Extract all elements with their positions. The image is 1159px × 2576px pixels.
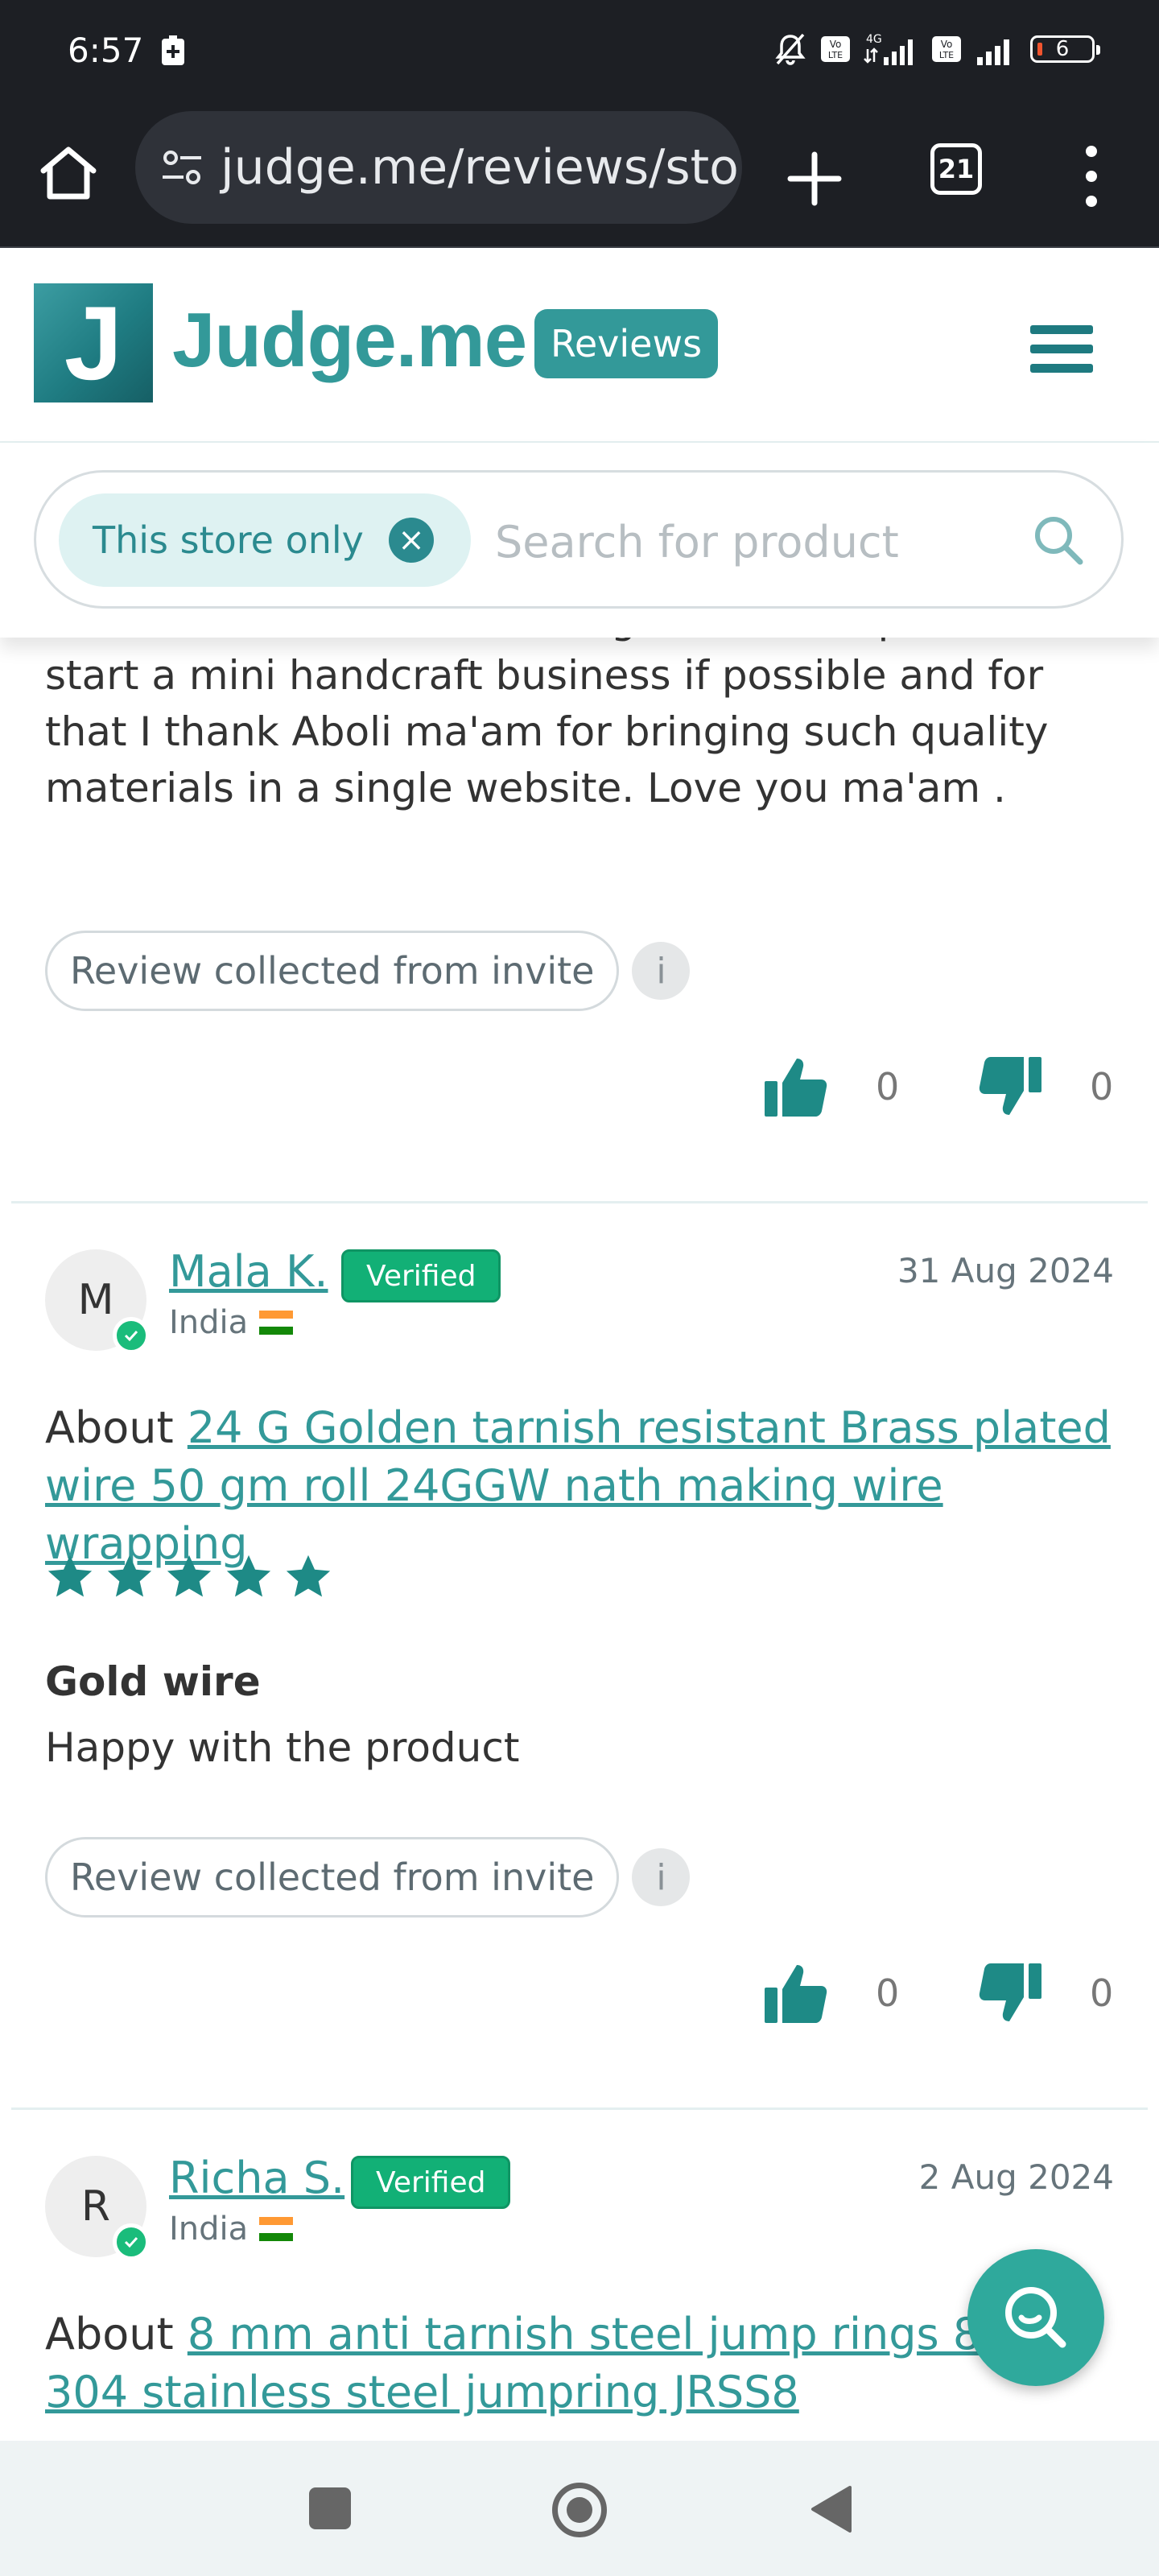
site-settings-icon[interactable]	[158, 143, 206, 192]
upvote-count: 0	[876, 1971, 900, 2015]
browser-toolbar: judge.me/reviews/stor 21	[0, 105, 1159, 248]
network-label: 4G	[866, 33, 882, 46]
battery-saver-icon	[162, 35, 184, 65]
review-product-line: About 8 mm anti tarnish steel jump rings…	[45, 2306, 1124, 2421]
back-button[interactable]	[808, 2484, 853, 2534]
volte-icon-2: Vo LTE	[932, 36, 961, 62]
search-icon	[1005, 2287, 1066, 2348]
product-link[interactable]: 8 mm anti tarnish steel jump rings 8 mm …	[45, 2309, 1079, 2417]
thumbs-down-icon[interactable]	[975, 1052, 1045, 1121]
review-title: Gold wire	[45, 1658, 261, 1705]
store-chip-label: This store only	[93, 518, 364, 562]
site-header: J Judge.me Reviews	[0, 248, 1159, 444]
new-tab-icon[interactable]	[781, 145, 848, 213]
avatar: R	[45, 2156, 150, 2260]
country-name: India	[169, 1304, 249, 1341]
review-source-chip: Review collected from invite	[45, 931, 620, 1011]
search-area: This store only ×	[0, 443, 1159, 638]
review-date: 31 Aug 2024	[897, 1251, 1114, 1290]
search-icon[interactable]	[1028, 510, 1089, 571]
review-body: afford much. I'm still learning n have t…	[45, 638, 1049, 811]
downvote-count: 0	[1090, 1971, 1114, 2015]
avatar-initial: R	[80, 2182, 111, 2231]
vote-row: 0 0	[761, 1046, 1114, 1127]
product-link[interactable]: 24 G Golden tarnish resistant Brass plat…	[45, 1402, 1111, 1569]
volte-icon: Vo LTE	[821, 36, 850, 62]
logo-text[interactable]: Judge.me	[172, 296, 527, 385]
more-options-icon[interactable]	[1075, 140, 1107, 213]
tab-switcher-button[interactable]: 21	[930, 143, 982, 195]
verified-badge: Verified	[341, 1249, 501, 1302]
thumbs-down-icon[interactable]	[975, 1959, 1045, 2028]
verified-check-icon	[113, 1317, 150, 1354]
store-filter-chip[interactable]: This store only ×	[59, 493, 471, 587]
about-label: About	[45, 1402, 174, 1453]
review-source-row: Review collected from invite i	[45, 927, 691, 1014]
address-bar[interactable]: judge.me/reviews/stor	[135, 111, 742, 224]
signal-4g-icon: 4G	[864, 33, 913, 65]
reviewer-name[interactable]: Richa S.	[169, 2153, 344, 2203]
divider	[11, 1201, 1148, 1203]
verified-check-icon	[113, 2223, 150, 2260]
status-time: 6:57	[68, 31, 144, 70]
review-date: 2 Aug 2024	[918, 2157, 1114, 2197]
review-source-row: Review collected from invite i	[45, 1834, 691, 1921]
reviewer-country: India	[169, 2211, 294, 2248]
search-fab-button[interactable]	[967, 2249, 1104, 2386]
svg-text:LTE: LTE	[939, 50, 954, 60]
vote-row: 0 0	[761, 1953, 1114, 2033]
avatar: M	[45, 1249, 150, 1354]
country-name: India	[169, 2211, 249, 2248]
svg-text:Vo: Vo	[830, 39, 842, 50]
thumbs-up-icon[interactable]	[761, 1959, 831, 2028]
divider	[11, 2107, 1148, 2110]
star-icon	[107, 1554, 152, 1597]
upvote-count: 0	[876, 1065, 900, 1108]
star-icon	[47, 1554, 93, 1597]
logo-letter: J	[64, 284, 123, 402]
info-icon[interactable]: i	[632, 942, 691, 1000]
tab-count: 21	[938, 154, 975, 184]
search-input[interactable]	[493, 505, 980, 579]
india-flag-icon	[259, 1311, 294, 1335]
system-nav-bar	[0, 2441, 1159, 2576]
info-icon[interactable]: i	[632, 1848, 691, 1906]
judgeme-logo[interactable]: J	[34, 283, 153, 402]
india-flag-icon	[259, 2217, 294, 2241]
signal-icon	[977, 39, 1009, 65]
battery-level: 6	[1055, 37, 1070, 61]
reviews-badge: Reviews	[534, 309, 718, 378]
star-icon	[226, 1554, 271, 1597]
home-button[interactable]	[552, 2483, 607, 2537]
review-product-line: About 24 G Golden tarnish resistant Bras…	[45, 1399, 1124, 1573]
battery-icon: 6	[1030, 35, 1100, 63]
status-icons: Vo LTE 4G Vo LTE 6	[773, 29, 1100, 69]
thumbs-up-icon[interactable]	[761, 1052, 831, 1121]
reviewer-country: India	[169, 1304, 294, 1341]
status-bar: 6:57 Vo LTE 4G Vo LTE 6	[0, 0, 1159, 105]
reviews-list: afford much. I'm still learning n have t…	[0, 638, 1159, 2441]
recents-button[interactable]	[309, 2487, 351, 2529]
url-text: judge.me/reviews/stor	[221, 139, 742, 196]
avatar-initial: M	[77, 1276, 114, 1324]
review-body: Happy with the product	[45, 1724, 520, 1771]
reviewer-name[interactable]: Mala K.	[169, 1246, 328, 1297]
star-icon	[167, 1554, 212, 1597]
star-rating	[45, 1552, 333, 1602]
mute-icon	[775, 33, 806, 65]
downvote-count: 0	[1090, 1065, 1114, 1108]
star-icon	[286, 1554, 331, 1597]
menu-icon[interactable]	[1030, 325, 1093, 374]
svg-text:LTE: LTE	[828, 50, 843, 60]
verified-badge: Verified	[351, 2156, 511, 2209]
clear-filter-icon[interactable]: ×	[389, 518, 434, 563]
review-source-chip: Review collected from invite	[45, 1837, 620, 1918]
home-icon[interactable]	[32, 137, 105, 209]
search-box: This store only ×	[34, 470, 1124, 609]
about-label: About	[45, 2309, 174, 2359]
svg-text:Vo: Vo	[941, 39, 953, 50]
